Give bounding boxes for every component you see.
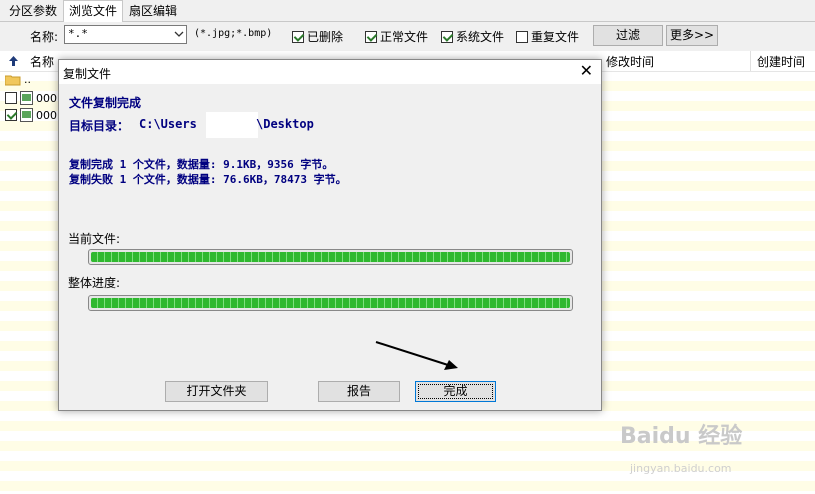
current-file-progress — [88, 249, 573, 265]
more-button[interactable]: 更多>> — [666, 25, 718, 46]
normal-files-checkbox[interactable]: 正常文件 — [365, 28, 428, 45]
current-file-label: 当前文件: — [68, 232, 121, 246]
checkbox-label: 系统文件 — [456, 30, 505, 44]
tab-bar: 分区参数 浏览文件 扇区编辑 — [0, 0, 815, 22]
redacted-username — [206, 112, 258, 138]
list-item[interactable]: 000 — [5, 108, 57, 122]
deleted-checkbox[interactable]: 已删除 — [292, 28, 343, 45]
image-file-icon — [20, 108, 33, 122]
progress-fill — [91, 252, 570, 262]
image-file-icon — [20, 91, 33, 105]
list-item-name: 000 — [36, 91, 57, 105]
column-created-time[interactable]: 创建时间 — [757, 53, 805, 70]
copy-success-summary: 复制完成 1 个文件，数据量: 9.1KB，9356 字节。 — [69, 158, 334, 171]
open-folder-button[interactable]: 打开文件夹 — [165, 381, 268, 402]
overall-progress-label: 整体进度: — [68, 276, 121, 290]
folder-icon — [5, 75, 21, 85]
checkbox-label: 正常文件 — [380, 30, 429, 44]
checkbox-label: 重复文件 — [531, 30, 580, 44]
name-label: 名称: — [30, 30, 59, 44]
close-icon[interactable]: ✕ — [580, 63, 593, 79]
list-item-name: .. — [24, 73, 31, 86]
checkbox-box[interactable] — [292, 30, 304, 43]
list-item-parent[interactable]: .. — [5, 73, 31, 86]
checkbox-box[interactable] — [516, 30, 528, 43]
watermark-url: jingyan.baidu.com — [630, 462, 732, 475]
copy-fail-summary: 复制失败 1 个文件，数据量: 76.6KB，78473 字节。 — [69, 173, 347, 186]
column-modified-time[interactable]: 修改时间 — [606, 53, 654, 70]
row-checkbox[interactable] — [5, 92, 17, 104]
target-dir-label: 目标目录： — [69, 119, 130, 133]
system-files-checkbox[interactable]: 系统文件 — [441, 28, 504, 45]
checkbox-box[interactable] — [365, 30, 377, 43]
overall-progress — [88, 295, 573, 311]
annotation-arrow-icon — [375, 341, 458, 370]
checkbox-label: 已删除 — [307, 30, 344, 44]
tab-sector-edit[interactable]: 扇区编辑 — [124, 2, 182, 20]
list-item[interactable]: 000 — [5, 91, 57, 105]
tab-partition-params[interactable]: 分区参数 — [4, 2, 62, 20]
target-path-start: C:\Users — [139, 117, 197, 131]
row-checkbox[interactable] — [5, 109, 17, 121]
copy-file-dialog: 复制文件 ✕ 文件复制完成 目标目录： C:\Users \Desktop 复制… — [58, 59, 602, 411]
up-arrow-icon[interactable] — [8, 55, 19, 67]
extension-hint: (*.jpg;*.bmp) — [194, 28, 273, 39]
target-path-end: \Desktop — [256, 117, 314, 131]
list-item-name: 000 — [36, 108, 57, 122]
completion-heading: 文件复制完成 — [69, 96, 142, 110]
name-filter-value: *.* — [68, 27, 88, 40]
progress-fill — [91, 298, 570, 308]
dialog-titlebar[interactable]: 复制文件 ✕ — [59, 60, 601, 84]
tab-browse-files[interactable]: 浏览文件 — [63, 0, 124, 22]
dialog-title: 复制文件 — [63, 67, 112, 81]
filter-button[interactable]: 过滤 — [593, 25, 663, 46]
column-name[interactable]: 名称 — [30, 53, 54, 70]
column-divider[interactable] — [750, 51, 751, 71]
report-button[interactable]: 报告 — [318, 381, 400, 402]
checkbox-box[interactable] — [441, 30, 453, 43]
duplicate-files-checkbox[interactable]: 重复文件 — [516, 28, 579, 45]
watermark-brand: Baidu 经验 — [620, 424, 743, 449]
chevron-down-icon[interactable] — [174, 29, 184, 39]
filter-toolbar: 名称: *.* (*.jpg;*.bmp) 已删除 正常文件 系统文件 重复文件… — [0, 22, 815, 50]
done-button[interactable]: 完成 — [415, 381, 496, 402]
name-filter-combo[interactable]: *.* — [64, 25, 187, 44]
